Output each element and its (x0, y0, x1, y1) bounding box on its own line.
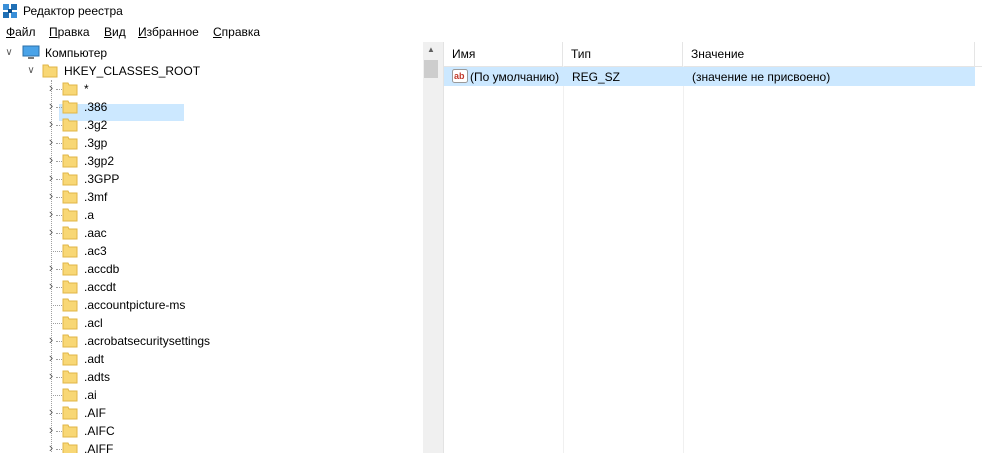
folder-icon (62, 442, 78, 453)
tree-item-label: .adt (84, 352, 105, 366)
folder-icon (62, 118, 78, 132)
tree-connector (51, 251, 62, 252)
menu-favorites[interactable]: Избранное (138, 25, 199, 39)
folder-icon (62, 154, 78, 168)
tree-item-label: .386 (84, 100, 108, 114)
chevron-right-icon[interactable]: › (46, 404, 56, 419)
tree-item-label: .accountpicture-ms (84, 298, 186, 312)
tree-item-label: .aac (84, 226, 107, 240)
chevron-right-icon[interactable]: › (46, 368, 56, 383)
folder-icon (62, 280, 78, 294)
chevron-right-icon[interactable]: › (46, 134, 56, 149)
svg-text:ab: ab (454, 71, 465, 81)
registry-editor-icon (3, 4, 17, 18)
folder-icon (62, 388, 78, 402)
chevron-right-icon[interactable]: › (46, 116, 56, 131)
folder-icon (62, 370, 78, 384)
folder-icon (62, 208, 78, 222)
title-bar: Редактор реестра (0, 0, 982, 22)
tree-item-label: * (84, 82, 89, 96)
tree-connector (51, 305, 62, 306)
tree-connector (51, 395, 62, 396)
chevron-right-icon[interactable]: › (46, 422, 56, 437)
tree-item-label: .ai (84, 388, 97, 402)
menu-view[interactable]: Вид (104, 25, 126, 39)
folder-icon (62, 190, 78, 204)
tree-item-label: .AIFC (84, 424, 115, 438)
tree-item-label: .ac3 (84, 244, 107, 258)
folder-icon (62, 352, 78, 366)
chevron-right-icon[interactable]: › (46, 332, 56, 347)
tree-item-label: .acrobatsecuritysettings (84, 334, 211, 348)
tree-item-label: .3GPP (84, 172, 120, 186)
table-row[interactable]: ab (По умолчанию) REG_SZ (значение не пр… (444, 67, 975, 86)
scrollbar-thumb[interactable] (424, 60, 438, 78)
column-divider (683, 66, 684, 453)
column-header-name[interactable]: Имя (444, 42, 563, 66)
tree-item-label: .acl (84, 316, 103, 330)
tree-connector (51, 323, 62, 324)
values-list[interactable]: Имя Тип Значение ab (По умолчанию) REG_S… (444, 42, 982, 453)
tree-item-label: .AIFF (84, 442, 114, 453)
chevron-right-icon[interactable]: › (46, 98, 56, 113)
folder-icon (42, 64, 58, 78)
folder-icon (62, 298, 78, 312)
chevron-right-icon[interactable]: › (46, 260, 56, 275)
chevron-right-icon[interactable]: › (46, 224, 56, 239)
chevron-right-icon[interactable]: › (46, 152, 56, 167)
folder-icon (62, 334, 78, 348)
tree-item-label: .a (84, 208, 95, 222)
chevron-right-icon[interactable]: › (46, 170, 56, 185)
chevron-right-icon[interactable]: › (46, 278, 56, 293)
tree-item-label: .accdt (84, 280, 117, 294)
chevron-right-icon[interactable]: › (46, 188, 56, 203)
folder-icon (62, 316, 78, 330)
folder-icon (62, 136, 78, 150)
chevron-right-icon[interactable]: › (46, 440, 56, 453)
computer-icon (22, 45, 40, 59)
menu-bar: Файл Правка Вид Избранное Справка (0, 22, 982, 41)
list-header: Имя Тип Значение (444, 42, 982, 67)
chevron-right-icon[interactable]: › (46, 350, 56, 365)
window-title: Редактор реестра (23, 4, 123, 18)
tree-item-label: .accdb (84, 262, 120, 276)
chevron-down-icon[interactable]: ∨ (26, 65, 36, 76)
tree-item-label: HKEY_CLASSES_ROOT (64, 64, 201, 78)
tree-item-label: Компьютер (45, 46, 108, 60)
folder-icon (62, 424, 78, 438)
tree-item-label: .AIF (84, 406, 107, 420)
key-tree[interactable]: ∨ Компьютер ∨ HKEY_CLASSES_ROOT › * › .386 ›… (0, 42, 439, 453)
menu-help[interactable]: Справка (213, 25, 260, 39)
tree-scrollbar[interactable]: ▲ (423, 42, 439, 453)
column-header-value[interactable]: Значение (683, 42, 975, 66)
menu-file[interactable]: Файл (6, 25, 36, 39)
value-name: (По умолчанию) (470, 70, 560, 84)
chevron-right-icon[interactable]: › (46, 80, 56, 95)
menu-edit[interactable]: Правка (49, 25, 90, 39)
value-type: REG_SZ (572, 70, 621, 84)
tree-item-label: .3gp (84, 136, 108, 150)
column-divider (563, 66, 564, 453)
column-header-type[interactable]: Тип (563, 42, 683, 66)
tree-item-label: .adts (84, 370, 111, 384)
reg-sz-icon: ab (452, 69, 468, 83)
folder-icon (62, 172, 78, 186)
folder-icon (62, 244, 78, 258)
tree-item-label: .3g2 (84, 118, 108, 132)
chevron-down-icon[interactable]: ∨ (4, 47, 14, 58)
value-data: (значение не присвоено) (692, 70, 831, 84)
folder-icon (62, 226, 78, 240)
folder-icon (62, 100, 78, 114)
scroll-up-icon[interactable]: ▲ (427, 45, 435, 54)
chevron-right-icon[interactable]: › (46, 206, 56, 221)
folder-icon (62, 406, 78, 420)
folder-icon (62, 82, 78, 96)
folder-icon (62, 262, 78, 276)
tree-item-label: .3mf (84, 190, 108, 204)
tree-item-label: .3gp2 (84, 154, 115, 168)
